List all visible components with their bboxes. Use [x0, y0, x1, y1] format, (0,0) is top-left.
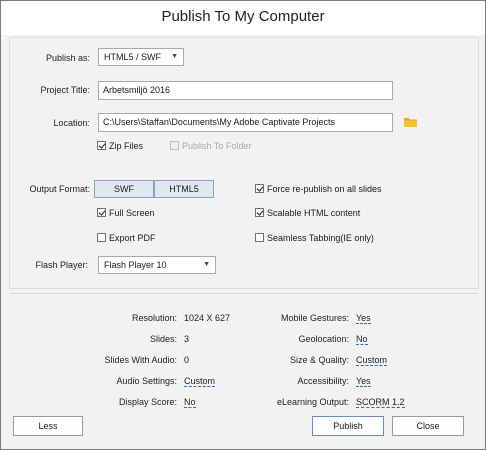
display-score-link[interactable]: No	[184, 397, 196, 408]
size-quality-label: Size & Quality:	[289, 355, 349, 365]
dialog-title: Publish To My Computer	[1, 1, 485, 35]
accessibility-label: Accessibility:	[297, 376, 349, 386]
audio-settings-label: Audio Settings:	[116, 376, 177, 386]
zip-files-label: Zip Files	[109, 141, 144, 151]
less-button[interactable]: Less	[13, 416, 83, 436]
zip-files-checkbox[interactable]: Zip Files	[97, 141, 143, 151]
publish-summary-panel: Resolution: 1024 X 627 Slides: 3 Slides …	[9, 293, 477, 408]
seamless-tabbing-checkbox[interactable]: Seamless Tabbing(IE only)	[255, 233, 374, 243]
mobile-gestures-label: Mobile Gestures:	[280, 313, 349, 323]
project-title-label: Project Title:	[40, 85, 90, 95]
scalable-html-label: Scalable HTML content	[267, 208, 361, 218]
location-input[interactable]: C:\Users\Staffan\Documents\My Adobe Capt…	[98, 113, 393, 132]
full-screen-label: Full Screen	[109, 208, 155, 218]
export-pdf-label: Export PDF	[109, 233, 156, 243]
slides-label: Slides:	[149, 334, 177, 344]
seamless-tabbing-box	[255, 233, 264, 243]
flash-player-label: Flash Player:	[35, 260, 88, 270]
export-pdf-checkbox[interactable]: Export PDF	[97, 233, 156, 243]
slides-with-audio-label: Slides With Audio:	[104, 355, 177, 365]
force-republish-box	[255, 184, 264, 194]
force-republish-label: Force re-publish on all slides	[267, 184, 382, 194]
close-button[interactable]: Close	[392, 416, 464, 436]
publish-to-folder-box	[170, 141, 179, 151]
audio-settings-link[interactable]: Custom	[184, 376, 216, 387]
chevron-down-icon: ▼	[203, 261, 210, 268]
seamless-tabbing-label: Seamless Tabbing(IE only)	[267, 233, 374, 243]
resolution-label: Resolution:	[131, 313, 177, 323]
folder-icon[interactable]	[404, 117, 417, 127]
flash-player-value: Flash Player 10	[104, 260, 167, 270]
publish-as-label: Publish as:	[45, 53, 90, 63]
resolution-value: 1024 X 627	[184, 313, 231, 323]
format-swf-button[interactable]: SWF	[94, 180, 154, 198]
publish-as-value: HTML5 / SWF	[104, 52, 162, 62]
format-html5-button[interactable]: HTML5	[154, 180, 214, 198]
project-title-input[interactable]: Arbetsmiljö 2016	[98, 81, 393, 100]
publish-to-folder-checkbox[interactable]: Publish To Folder	[170, 141, 251, 151]
mobile-gestures-link[interactable]: Yes	[356, 313, 371, 324]
size-quality-link[interactable]: Custom	[356, 355, 388, 366]
publish-to-folder-label: Publish To Folder	[182, 141, 252, 151]
elearning-output-label: eLearning Output:	[276, 397, 349, 407]
elearning-output-link[interactable]: SCORM 1.2	[356, 397, 405, 408]
flash-player-dropdown[interactable]: Flash Player 10 ▼	[98, 256, 216, 274]
slides-with-audio-value: 0	[184, 355, 190, 365]
zip-files-box	[97, 141, 106, 151]
display-score-label: Display Score:	[118, 397, 177, 407]
publish-settings-panel: Publish as: HTML5 / SWF ▼ Project Title:…	[9, 37, 479, 289]
full-screen-box	[97, 208, 106, 218]
accessibility-link[interactable]: Yes	[356, 376, 371, 387]
slides-value: 3	[184, 334, 190, 344]
export-pdf-box	[97, 233, 106, 243]
publish-button[interactable]: Publish	[312, 416, 384, 436]
chevron-down-icon: ▼	[171, 53, 178, 60]
force-republish-checkbox[interactable]: Force re-publish on all slides	[255, 184, 382, 194]
location-label: Location:	[53, 118, 90, 128]
publish-dialog: Publish To My Computer Publish as: HTML5…	[0, 0, 486, 450]
scalable-html-box	[255, 208, 264, 218]
output-format-label: Output Format:	[29, 184, 90, 194]
full-screen-checkbox[interactable]: Full Screen	[97, 208, 155, 218]
publish-as-dropdown[interactable]: HTML5 / SWF ▼	[98, 48, 184, 66]
geolocation-link[interactable]: No	[356, 334, 368, 345]
geolocation-label: Geolocation:	[298, 334, 349, 344]
scalable-html-checkbox[interactable]: Scalable HTML content	[255, 208, 360, 218]
